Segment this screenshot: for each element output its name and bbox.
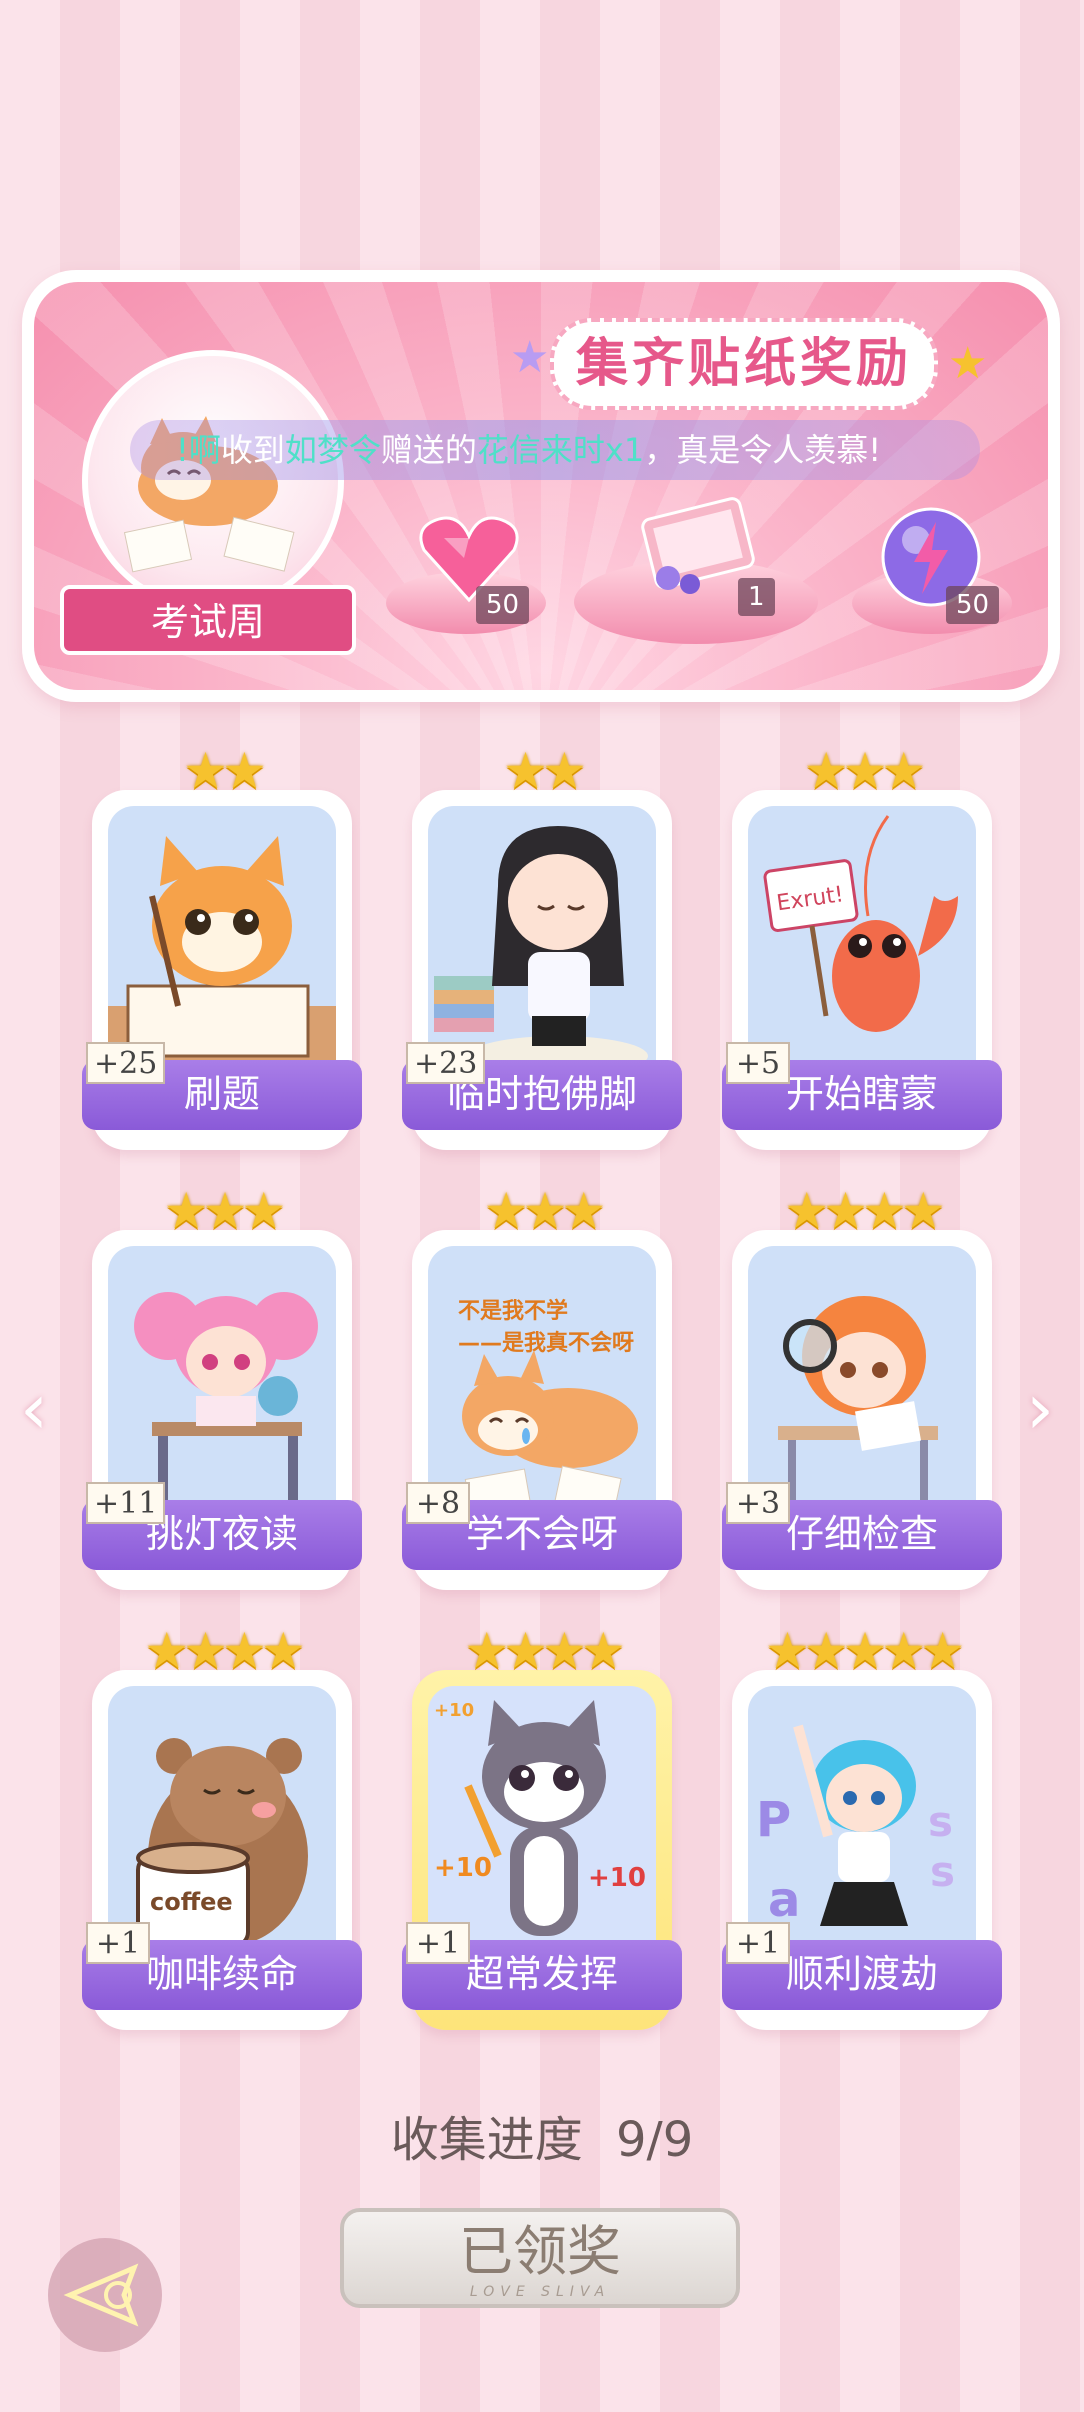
bubble-letter: s xyxy=(930,1847,955,1896)
card-bonus: +8 xyxy=(406,1482,470,1524)
progress-label: 收集进度 xyxy=(390,2112,583,2168)
sticker-card[interactable]: ★★★★ coffee 咖啡续命 +1 xyxy=(82,1622,362,2030)
reward-count: 50 xyxy=(476,586,530,624)
sticker-card[interactable]: ★★★★★ P a s s 顺利渡劫 +1 xyxy=(722,1622,1002,2030)
theme-badge xyxy=(82,350,344,612)
star-rating: ★★★★ xyxy=(144,1622,305,1680)
star-rating: ★★★ xyxy=(803,742,926,800)
cup-text: coffee xyxy=(150,1888,233,1916)
back-arrow-icon xyxy=(63,2263,139,2327)
broadcast-text: 收到 xyxy=(220,431,285,469)
broadcast-gift: 花信来时x1 xyxy=(476,431,645,469)
star-rating: ★★ xyxy=(503,742,587,800)
next-page-button[interactable]: › xyxy=(1026,1368,1054,1450)
star-rating: ★★★★ xyxy=(784,1182,945,1240)
sticker-card[interactable]: ★★★ Exrut! 开始瞎蒙 +5 xyxy=(722,742,1002,1150)
back-button[interactable] xyxy=(48,2238,162,2352)
shiba-sleeping-icon xyxy=(123,416,295,573)
broadcast-sender: 如梦令 xyxy=(284,431,381,469)
bubble-letter: P xyxy=(756,1792,791,1848)
theme-label: 考试周 xyxy=(60,585,356,655)
sticker-card[interactable]: ★★★★ 仔细检查 +3 xyxy=(722,1182,1002,1590)
card-bonus: +5 xyxy=(726,1042,790,1084)
sticker-card[interactable]: ★★ 刷题 +25 xyxy=(82,742,362,1150)
card-bonus: +1 xyxy=(726,1922,790,1964)
lavender-star-icon: ★ xyxy=(510,332,550,383)
card-bonus: +1 xyxy=(406,1922,470,1964)
card-bonus: +25 xyxy=(86,1042,166,1084)
gold-star-icon: ★ xyxy=(948,338,988,389)
card-bonus: +3 xyxy=(726,1482,790,1524)
star-rating: ★★★★ xyxy=(464,1622,625,1680)
caption-text: 不是我不学 xyxy=(458,1298,568,1324)
broadcast-text: 赠送的 xyxy=(380,431,477,469)
gift-broadcast: !啊收到如梦令赠送的花信来时x1，真是令人羡慕! xyxy=(130,420,980,480)
sticker-card[interactable]: ★★★★ +10 +10 +10 超常发挥 +1 xyxy=(402,1622,682,2030)
star-rating: ★★★★★ xyxy=(764,1622,965,1680)
bonus-float: +10 xyxy=(588,1863,646,1893)
card-bonus: +1 xyxy=(86,1922,150,1964)
sticker-card[interactable]: ★★ 临时抱佛脚 +23 xyxy=(402,742,682,1150)
card-bonus: +11 xyxy=(86,1482,166,1524)
star-rating: ★★ xyxy=(183,742,267,800)
star-rating: ★★★ xyxy=(483,1182,606,1240)
progress-value: 9/9 xyxy=(616,2112,694,2168)
prev-page-button[interactable]: ‹ xyxy=(20,1368,48,1450)
sticker-card[interactable]: ★★★ 挑灯夜读 +11 xyxy=(82,1182,362,1590)
claimed-label: 已领奖 xyxy=(459,2220,621,2283)
card-bonus: +23 xyxy=(406,1042,486,1084)
bonus-float: +10 xyxy=(434,1853,492,1883)
bubble-letter: a xyxy=(768,1872,800,1928)
bonus-float: +10 xyxy=(434,1700,474,1721)
caption-text: ——是我真不会呀 xyxy=(458,1330,634,1356)
collection-progress: 收集进度 9/9 xyxy=(0,2100,1084,2170)
reward-count: 1 xyxy=(738,578,775,616)
banner-title: 集齐贴纸奖励 xyxy=(550,318,938,410)
claimed-sub-label: LOVE SLIVA xyxy=(469,2284,611,2300)
bubble-letter: s xyxy=(928,1797,953,1846)
broadcast-text: ，真是令人羡慕! xyxy=(644,431,882,469)
star-rating: ★★★ xyxy=(163,1182,286,1240)
reward-count: 50 xyxy=(946,586,1000,624)
sticker-card[interactable]: ★★★ 不是我不学 ——是我真不会呀 学不会呀 +8 xyxy=(402,1182,682,1590)
claimed-button[interactable]: 已领奖 LOVE SLIVA xyxy=(340,2208,740,2308)
broadcast-prefix: !啊 xyxy=(176,431,221,469)
